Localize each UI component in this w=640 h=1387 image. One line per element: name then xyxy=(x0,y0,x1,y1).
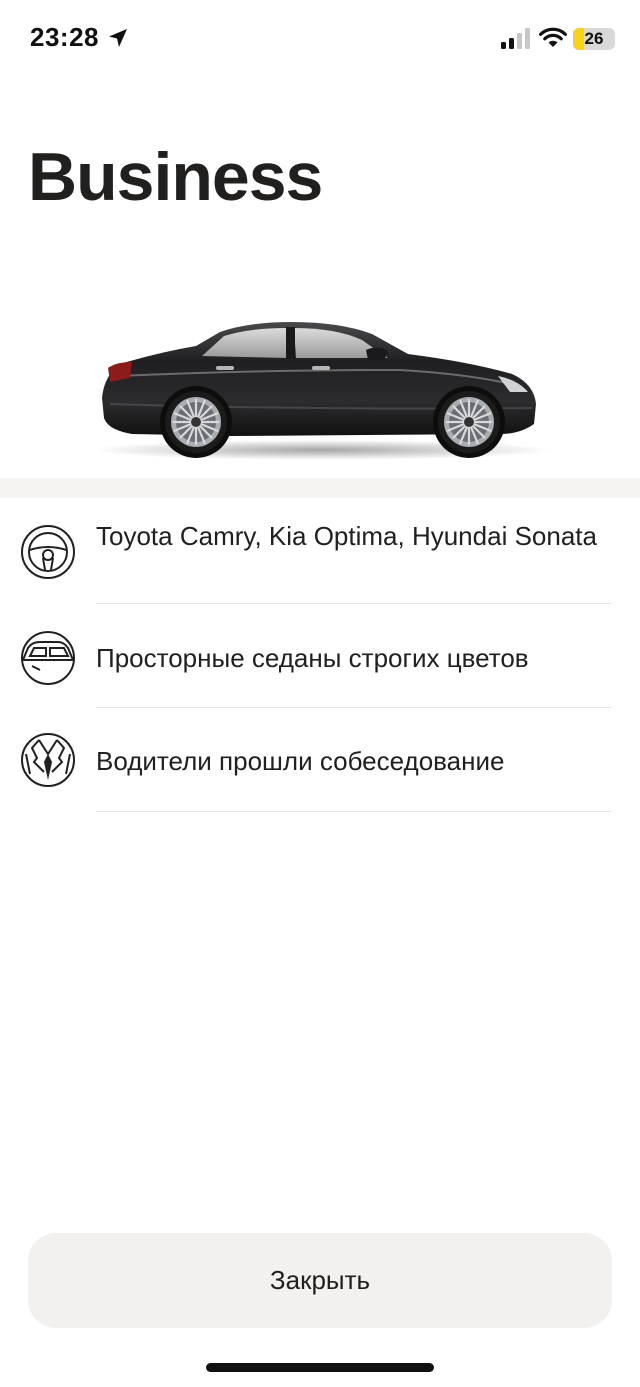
close-button[interactable]: Закрыть xyxy=(28,1233,612,1328)
status-bar: 23:28 26 xyxy=(0,0,640,80)
feature-separator xyxy=(96,811,612,812)
location-arrow-icon xyxy=(109,29,127,47)
feature-text: Водители прошли собеседование xyxy=(96,746,505,776)
rear-wheel xyxy=(165,391,227,453)
suit-tie-icon xyxy=(21,733,75,787)
battery-percent: 26 xyxy=(584,29,604,48)
battery-indicator: 26 xyxy=(573,28,615,50)
status-time: 23:28 xyxy=(30,22,99,52)
car-image xyxy=(0,300,640,476)
car-window-icon xyxy=(21,631,75,685)
feature-text: Toyota Camry, Kia Optima, Hyundai Sonata xyxy=(96,521,597,551)
home-indicator[interactable] xyxy=(206,1363,434,1372)
steering-wheel-icon xyxy=(21,525,75,579)
section-divider xyxy=(0,478,640,498)
cellular-signal-icon xyxy=(501,28,530,49)
list-item: Просторные седаны строгих цветов xyxy=(0,604,640,708)
front-wheel xyxy=(438,391,500,453)
feature-list: Toyota Camry, Kia Optima, Hyundai Sonata… xyxy=(0,498,640,812)
wifi-icon xyxy=(539,27,567,47)
page-title: Business xyxy=(28,139,323,215)
feature-text: Просторные седаны строгих цветов xyxy=(96,643,529,673)
list-item: Водители прошли собеседование xyxy=(0,708,640,812)
list-item: Toyota Camry, Kia Optima, Hyundai Sonata xyxy=(0,498,640,604)
sedan-car-image xyxy=(92,322,552,460)
